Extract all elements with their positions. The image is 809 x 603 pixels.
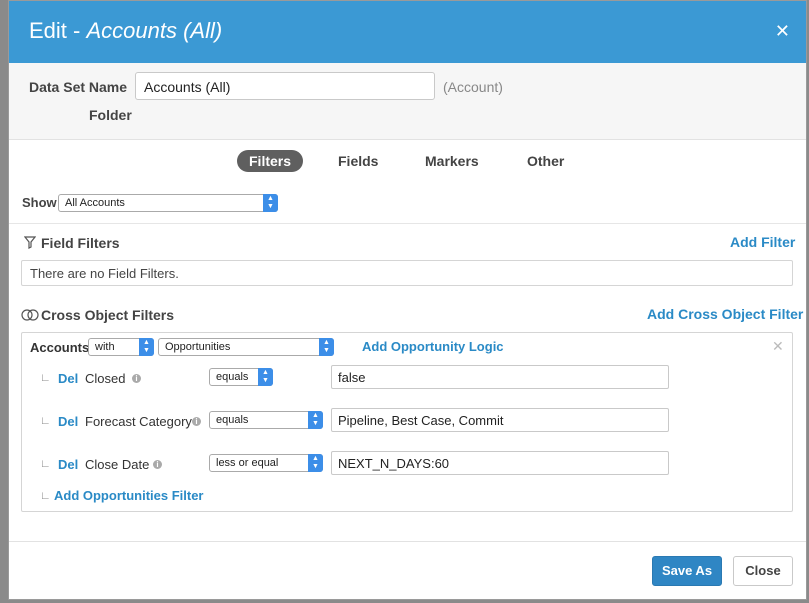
add-filter-link[interactable]: Add Filter (730, 234, 795, 250)
select-arrows-icon: ▲ ▼ (139, 338, 154, 356)
filter-value-input[interactable]: Pipeline, Best Case, Commit (331, 408, 669, 432)
operator-value: less or equal (216, 457, 279, 469)
select-arrows-icon: ▲ ▼ (319, 338, 334, 356)
dataset-name-label: Data Set Name (29, 79, 128, 95)
show-select[interactable]: All Accounts ▲ ▼ (58, 194, 278, 212)
info-icon[interactable]: i (132, 374, 141, 383)
select-arrows-icon: ▲ ▼ (258, 368, 273, 386)
select-arrows-icon: ▲ ▼ (308, 454, 323, 472)
show-label: Show (22, 195, 57, 210)
related-object-value: Opportunities (165, 341, 231, 353)
tab-fields[interactable]: Fields (338, 150, 378, 172)
info-icon[interactable]: i (192, 417, 201, 426)
select-arrows-icon: ▲ ▼ (308, 411, 323, 429)
close-button[interactable]: Close (733, 556, 793, 586)
modal-title: Edit - Accounts (All) (29, 18, 222, 44)
delete-filter-link[interactable]: Del (58, 457, 78, 472)
tab-markers[interactable]: Markers (425, 150, 479, 172)
show-row: Show All Accounts ▲ ▼ (9, 187, 806, 224)
tree-branch-icon: ∟ (40, 415, 51, 427)
with-select-value: with (95, 341, 115, 353)
add-opportunities-filter-link[interactable]: Add Opportunities Filter (54, 488, 204, 503)
cross-object-filters-title: Cross Object Filters (41, 307, 175, 323)
filter-value-input[interactable]: NEXT_N_DAYS:60 (331, 451, 669, 475)
tab-bar: Filters Fields Markers Other (9, 147, 806, 175)
tree-branch-icon: ∟ (40, 372, 51, 384)
dataset-info-panel: Data Set Name Accounts (All) (Account) F… (9, 63, 806, 140)
select-arrows-icon: ▲ ▼ (263, 194, 278, 212)
close-icon[interactable]: ✕ (775, 21, 790, 42)
delete-filter-link[interactable]: Del (58, 371, 78, 386)
add-opportunity-logic-link[interactable]: Add Opportunity Logic (362, 339, 504, 354)
accounts-label: Accounts (30, 340, 90, 355)
folder-label: Folder (89, 107, 132, 123)
filter-value-input[interactable]: false (331, 365, 669, 389)
field-filters-empty: There are no Field Filters. (21, 260, 793, 286)
modal-header: Edit - Accounts (All) ✕ (9, 1, 806, 63)
tree-branch-icon: ∟ (40, 458, 51, 470)
with-select[interactable]: with ▲ ▼ (88, 338, 154, 356)
filter-funnel-icon (24, 236, 36, 249)
tree-branch-icon: ∟ (40, 490, 51, 502)
add-cross-object-filter-link[interactable]: Add Cross Object Filter (647, 306, 803, 322)
operator-select[interactable]: equals ▲ ▼ (209, 411, 323, 429)
delete-filter-link[interactable]: Del (58, 414, 78, 429)
operator-select[interactable]: less or equal ▲ ▼ (209, 454, 323, 472)
save-as-button[interactable]: Save As (652, 556, 722, 586)
cross-object-filter-box: Accounts with ▲ ▼ Opportunities ▲ ▼ Add Op… (21, 332, 793, 512)
modal-title-prefix: Edit - (29, 18, 87, 43)
operator-value: equals (216, 371, 249, 383)
filter-field-label: Close Date (85, 457, 150, 472)
show-select-value: All Accounts (65, 197, 125, 209)
related-object-select[interactable]: Opportunities ▲ ▼ (158, 338, 334, 356)
filter-field-label: Closed (85, 371, 126, 386)
tab-filters[interactable]: Filters (237, 150, 304, 172)
operator-value: equals (216, 414, 249, 426)
tab-other[interactable]: Other (527, 150, 564, 172)
remove-cross-filter-icon[interactable]: ✕ (772, 338, 784, 355)
field-filters-title: Field Filters (41, 235, 120, 251)
modal-title-name: Accounts (All) (86, 18, 223, 43)
dataset-object-label: (Account) (443, 79, 503, 95)
footer-divider (9, 541, 806, 542)
operator-select[interactable]: equals ▲ ▼ (209, 368, 273, 386)
dataset-name-input[interactable]: Accounts (All) (135, 72, 435, 100)
info-icon[interactable]: i (153, 460, 162, 469)
filter-field-label: Forecast Category (85, 414, 192, 429)
edit-dataset-modal: Edit - Accounts (All) ✕ Data Set Name Ac… (8, 0, 807, 600)
cross-object-icon (21, 309, 39, 321)
